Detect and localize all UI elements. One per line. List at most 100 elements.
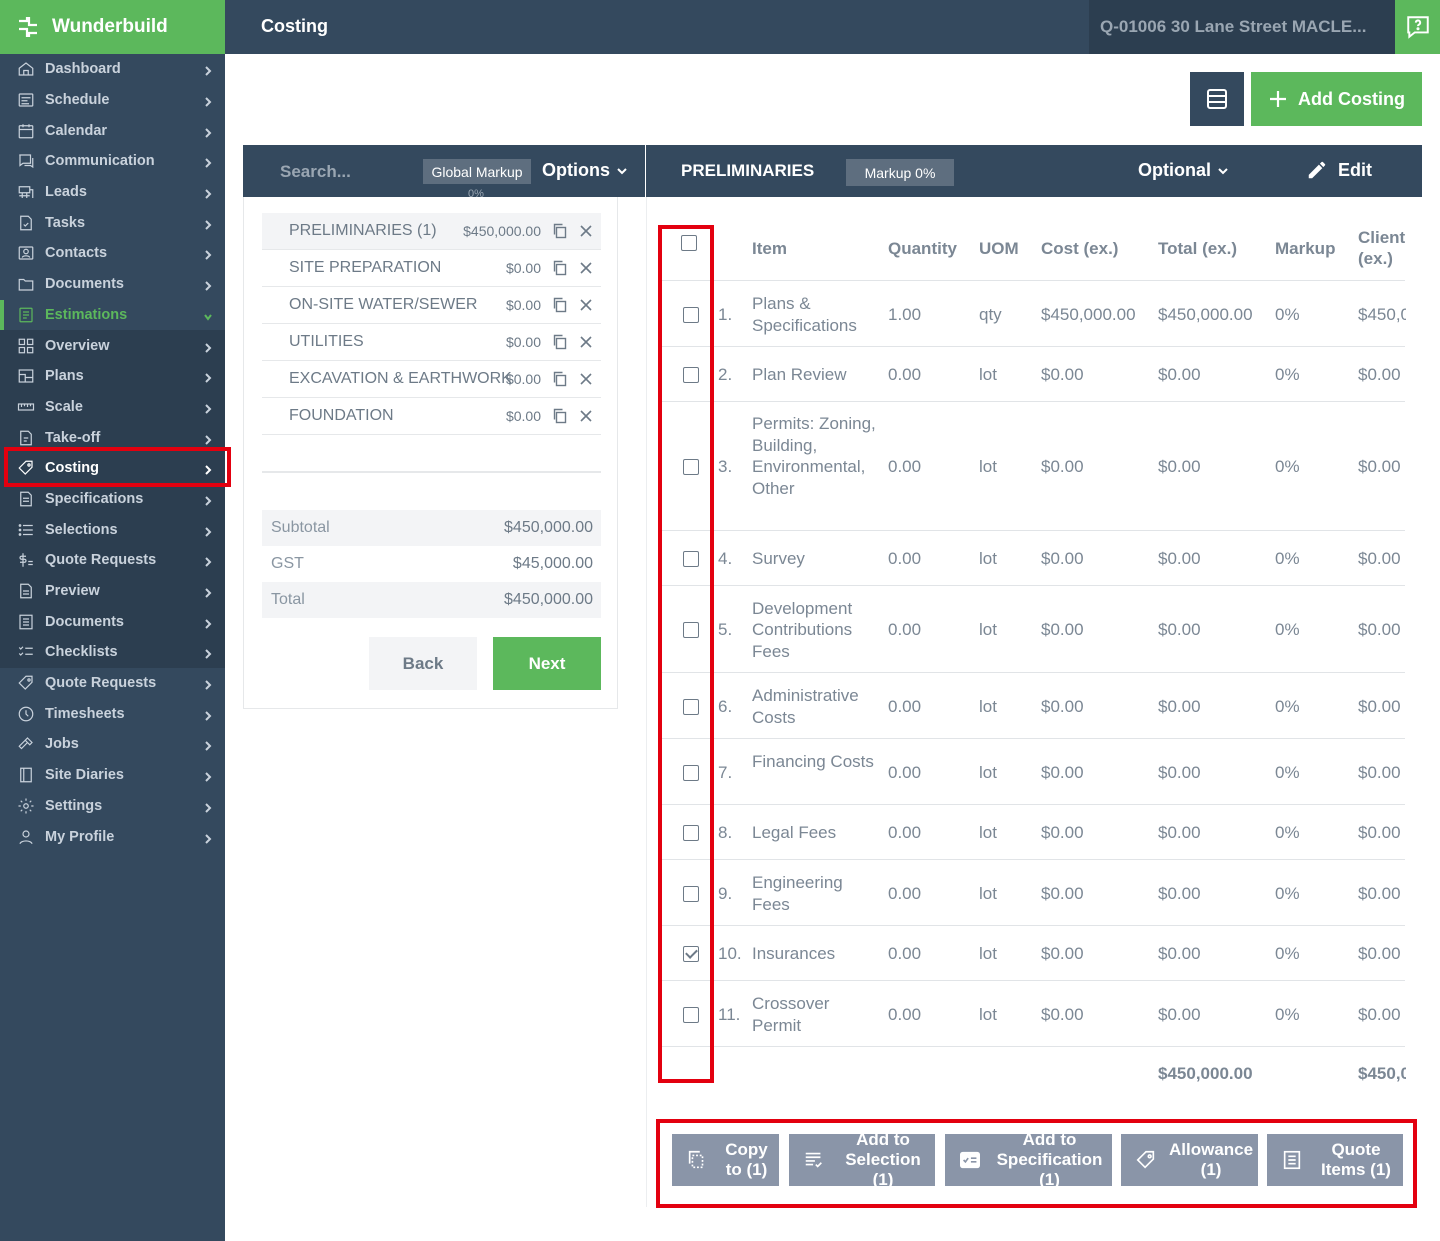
bulk-action-copy-to-1-button[interactable]: Copy to (1)	[672, 1134, 779, 1186]
next-button[interactable]: Next	[493, 637, 601, 690]
quote-selector[interactable]: Q-01006 30 Lane Street MACLE...	[1089, 0, 1395, 54]
sidebar-item-dashboard[interactable]: Dashboard	[0, 54, 225, 85]
sidebar-item-plans[interactable]: Plans	[0, 360, 225, 392]
sidebar-item-schedule[interactable]: Schedule	[0, 85, 225, 116]
edit-button[interactable]: Edit	[1306, 159, 1372, 181]
select-all-checkbox[interactable]	[681, 235, 697, 251]
category-row[interactable]: UTILITIES $0.00	[262, 324, 601, 361]
header-markup: Markup	[1275, 239, 1336, 258]
row-item[interactable]: Financing Costs	[752, 751, 877, 773]
copy-icon[interactable]	[552, 297, 568, 313]
row-item[interactable]: Plans & Specifications	[752, 293, 877, 336]
gst-value: $45,000.00	[512, 555, 593, 572]
row-checkbox[interactable]	[683, 622, 699, 638]
copy-icon[interactable]	[552, 408, 568, 424]
tag-icon	[16, 458, 36, 478]
row-item[interactable]: Administrative Costs	[752, 685, 877, 728]
row-item[interactable]: Plan Review	[752, 364, 877, 386]
sidebar-item-contacts[interactable]: Contacts	[0, 238, 225, 269]
sidebar-item-costing[interactable]: Costing	[0, 452, 225, 484]
row-item[interactable]: Engineering Fees	[752, 872, 877, 915]
layout-toggle-button[interactable]	[1190, 72, 1244, 126]
category-amount: $0.00	[505, 260, 541, 276]
close-icon[interactable]	[579, 298, 593, 312]
category-row[interactable]: SITE PREPARATION $0.00	[262, 250, 601, 287]
options-dropdown[interactable]: Options	[542, 160, 628, 181]
sidebar-item-tasks[interactable]: Tasks	[0, 207, 225, 238]
sidebar-item-calendar[interactable]: Calendar	[0, 115, 225, 146]
help-button[interactable]	[1395, 0, 1440, 54]
row-quantity: 0.00	[888, 365, 922, 384]
sidebar-item-jobs[interactable]: Jobs	[0, 729, 225, 760]
sidebar-item-take-off[interactable]: Take-off	[0, 422, 225, 453]
row-checkbox[interactable]	[683, 764, 699, 781]
close-icon[interactable]	[579, 409, 593, 423]
bulk-action-add-to-selection-1-button[interactable]: Add to Selection (1)	[789, 1134, 935, 1186]
chevron-right-icon	[203, 341, 213, 353]
bulk-action-allowance-1-button[interactable]: Allowance (1)	[1121, 1134, 1258, 1186]
sidebar-item-checklists[interactable]: Checklists	[0, 637, 225, 668]
category-row[interactable]: FOUNDATION $0.00	[262, 398, 601, 435]
copy-icon[interactable]	[552, 334, 568, 350]
sidebar-item-preview[interactable]: Preview	[0, 575, 225, 607]
close-icon[interactable]	[579, 335, 593, 349]
copy-icon[interactable]	[552, 371, 568, 387]
row-item[interactable]: Crossover Permit	[752, 993, 877, 1036]
row-uom: lot	[979, 823, 997, 842]
bulk-action-add-to-specification-1-button[interactable]: Add to Specification (1)	[945, 1134, 1112, 1186]
sidebar-item-overview[interactable]: Overview	[0, 330, 225, 361]
row-quantity: 0.00	[888, 944, 922, 963]
sidebar-item-communication[interactable]: Communication	[0, 146, 225, 177]
sidebar-item-leads[interactable]: Leads	[0, 177, 225, 208]
row-checkbox[interactable]	[683, 551, 699, 567]
sidebar-item-scale[interactable]: Scale	[0, 391, 225, 423]
sidebar-item-documents[interactable]: Documents	[0, 606, 225, 638]
sidebar-item-quote-requests[interactable]: Quote Requests	[0, 668, 225, 699]
row-item[interactable]: Survey	[752, 548, 877, 570]
close-icon[interactable]	[579, 261, 593, 275]
calendar-icon	[16, 121, 36, 141]
row-checkbox[interactable]	[683, 306, 699, 323]
close-icon[interactable]	[579, 372, 593, 386]
sidebar-item-specifications[interactable]: Specifications	[0, 483, 225, 515]
back-button[interactable]: Back	[369, 637, 477, 690]
table-row: 10. Insurances 0.00 lot $0.00 $0.00 0% $0.00	[660, 927, 1405, 981]
sidebar-item-timesheets[interactable]: Timesheets	[0, 698, 225, 729]
row-checkbox[interactable]	[683, 825, 699, 841]
copy-icon[interactable]	[552, 223, 568, 239]
sidebar-item-selections[interactable]: Selections	[0, 514, 225, 545]
sidebar-item-quote-requests[interactable]: Quote Requests	[0, 545, 225, 576]
row-checkbox[interactable]	[683, 459, 699, 475]
sidebar-item-settings[interactable]: Settings	[0, 791, 225, 822]
section-markup-badge[interactable]: Markup 0%	[846, 159, 954, 186]
category-row[interactable]: PRELIMINARIES (1) $450,000.00	[262, 213, 601, 250]
sidebar-item-site-diaries[interactable]: Site Diaries	[0, 760, 225, 791]
row-item[interactable]: Legal Fees	[752, 822, 877, 844]
sidebar-item-documents[interactable]: Documents	[0, 269, 225, 300]
row-item[interactable]: Permits: Zoning, Building, Environmental…	[752, 413, 877, 499]
row-quantity: 0.00	[888, 823, 922, 842]
row-item[interactable]: Insurances	[752, 943, 877, 965]
sidebar-item-my-profile[interactable]: My Profile	[0, 821, 225, 852]
tag-icon	[16, 673, 36, 693]
category-row[interactable]: ON-SITE WATER/SEWER $0.00	[262, 287, 601, 324]
sidebar-item-estimations[interactable]: Estimations	[0, 299, 225, 331]
category-row[interactable]: EXCAVATION & EARTHWORK $0.00	[262, 361, 601, 398]
chevron-right-icon	[203, 801, 213, 813]
row-checkbox[interactable]	[683, 367, 699, 383]
close-icon[interactable]	[579, 224, 593, 238]
row-checkbox[interactable]	[683, 1006, 699, 1023]
bulk-action-quote-items-1-button[interactable]: Quote Items (1)	[1267, 1134, 1403, 1186]
row-checkbox[interactable]	[683, 946, 699, 962]
copy-icon[interactable]	[552, 260, 568, 276]
optional-dropdown[interactable]: Optional	[1138, 160, 1229, 181]
row-markup: 0%	[1275, 304, 1300, 324]
search-input[interactable]: Search...	[280, 162, 351, 182]
row-checkbox[interactable]	[683, 885, 699, 902]
add-costing-button[interactable]: Add Costing	[1251, 72, 1422, 126]
brand[interactable]: Wunderbuild	[0, 0, 225, 54]
global-markup-badge[interactable]: Global Markup	[423, 159, 531, 184]
row-checkbox[interactable]	[683, 698, 699, 715]
row-item[interactable]: Development Contributions Fees	[752, 598, 877, 663]
row-quantity: 0.00	[888, 883, 922, 903]
